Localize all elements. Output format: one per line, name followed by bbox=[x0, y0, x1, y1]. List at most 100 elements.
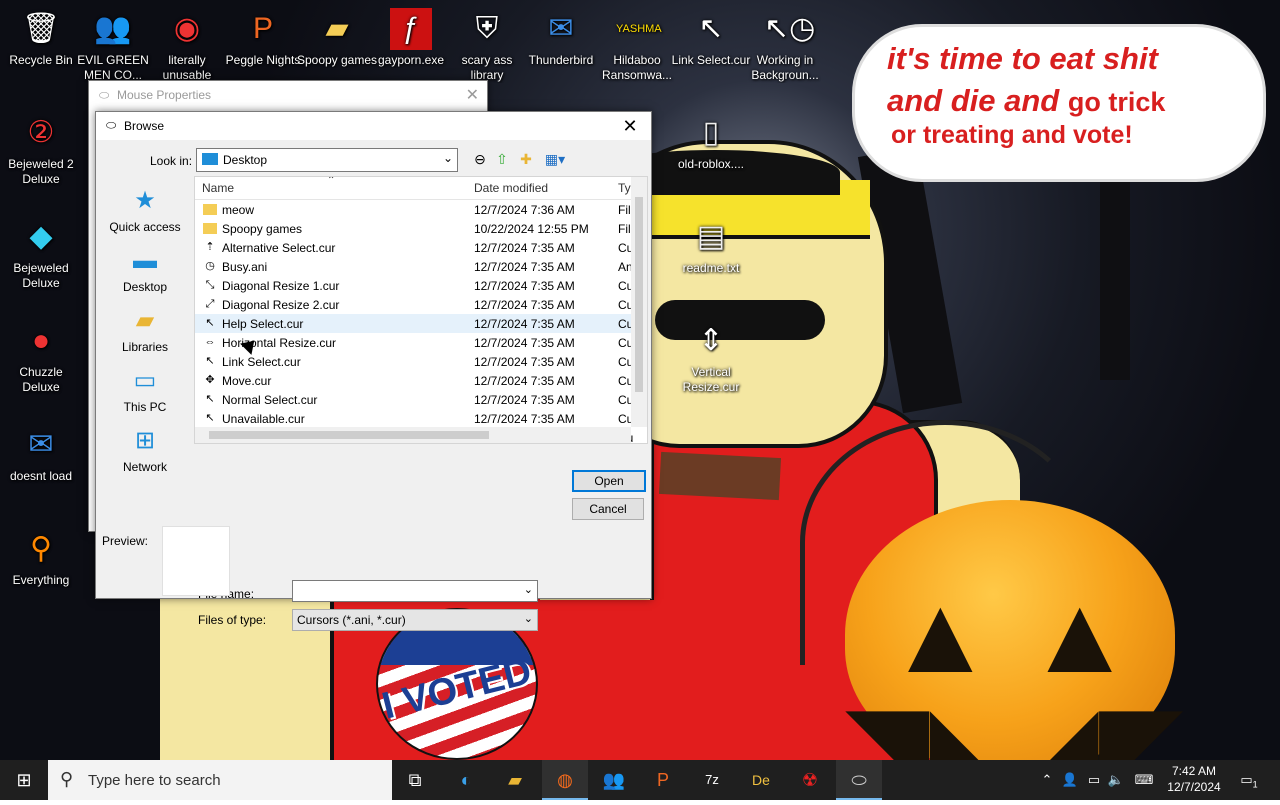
desktop-icon-working-in-background[interactable]: ↖◷ Working in Backgroun... bbox=[744, 8, 826, 83]
edge-icon[interactable]: ◐ bbox=[443, 760, 489, 800]
view-menu-icon[interactable]: ▦▾ bbox=[542, 150, 568, 168]
desktop-icon-bejeweled-2[interactable]: ② Bejeweled 2 Deluxe bbox=[0, 112, 82, 187]
icon-label: EVIL GREEN MEN CO... bbox=[77, 53, 149, 82]
cursor-file-icon: ↖ bbox=[205, 412, 215, 424]
file-row[interactable]: ⤢ Diagonal Resize 2.cur 12/7/2024 7:35 AM C… bbox=[195, 295, 634, 314]
chevron-up-icon[interactable]: ⌃ bbox=[1038, 760, 1056, 800]
green-men-taskbar-icon[interactable]: 👥 bbox=[591, 760, 637, 800]
file-row[interactable]: ⤡ Diagonal Resize 1.cur 12/7/2024 7:35 AM C… bbox=[195, 276, 634, 295]
firefox-icon[interactable]: ◍ bbox=[542, 760, 588, 800]
file-date: 12/7/2024 7:35 AM bbox=[474, 393, 575, 407]
column-name[interactable]: Name bbox=[202, 181, 234, 195]
desktop-icon-vertical-resize[interactable]: ⇕ Vertical Resize.cur bbox=[670, 320, 752, 395]
desktop-icon-old-roblox[interactable]: ▯ old-roblox.... bbox=[670, 112, 752, 172]
task-view-button[interactable]: ⧉ bbox=[392, 760, 438, 800]
desktop-icon-recycle-bin[interactable]: 🗑 Recycle Bin bbox=[0, 8, 82, 68]
7zip-icon[interactable]: 7z bbox=[689, 760, 735, 800]
desktop-icon-link-select[interactable]: ↖ Link Select.cur bbox=[670, 8, 752, 68]
desktop-icon-evil-green-men[interactable]: 👥 EVIL GREEN MEN CO... bbox=[72, 8, 154, 83]
file-icon: ▯ bbox=[702, 116, 720, 149]
desktop-icon-hildaboo[interactable]: YASHMA Hildaboo Ransomwa... bbox=[596, 8, 678, 83]
desktop-icon-gayporn[interactable]: ƒ gayporn.exe bbox=[370, 8, 452, 68]
chevron-down-icon[interactable]: ⌄ bbox=[524, 583, 533, 596]
taskbar-clock[interactable]: 7:42 AM 12/7/2024 bbox=[1162, 763, 1226, 795]
desktop-icon-spoopy-games[interactable]: ▰ Spoopy games bbox=[296, 8, 378, 68]
places-bar: ★ Quick access ▬ Desktop ▰ Libraries ▭ This … bbox=[106, 176, 184, 516]
cursor-file-icon: ◷ bbox=[205, 260, 215, 272]
library-icon: ⛨ bbox=[475, 12, 499, 45]
desktop-icon-readme[interactable]: ▤ readme.txt bbox=[670, 216, 752, 276]
place-this-pc[interactable]: ▭ This PC bbox=[106, 366, 184, 414]
desktop-icon-scary-library[interactable]: ⛨ scary ass library bbox=[446, 8, 528, 83]
bubble-line-2a: and die and bbox=[887, 83, 1068, 118]
file-row[interactable]: ↖ Help Select.cur 12/7/2024 7:35 AM Cu bbox=[195, 314, 633, 333]
scroll-thumb[interactable] bbox=[635, 197, 643, 392]
start-button[interactable]: ⊞ bbox=[0, 760, 48, 800]
file-row[interactable]: ⇔ Horizontal Resize.cur 12/7/2024 7:35 AM C… bbox=[195, 333, 634, 352]
notification-button[interactable]: ▭1 bbox=[1234, 760, 1264, 800]
folder-icon bbox=[203, 223, 217, 234]
file-row[interactable]: meow 12/7/2024 7:36 AM Fil bbox=[195, 200, 631, 219]
vertical-scrollbar[interactable] bbox=[631, 177, 647, 427]
user-icon[interactable]: 👤 bbox=[1060, 760, 1080, 800]
sort-arrow-icon: ⌃ bbox=[327, 176, 336, 186]
radiation-icon[interactable]: ☢ bbox=[787, 760, 833, 800]
up-folder-icon[interactable]: ⇧ bbox=[492, 150, 512, 168]
open-button[interactable]: Open bbox=[572, 470, 646, 492]
new-folder-icon[interactable]: ✚ bbox=[516, 150, 536, 168]
close-icon[interactable]: ✕ bbox=[615, 114, 645, 138]
desktop-icon-everything[interactable]: ⚲ Everything bbox=[0, 528, 82, 588]
mouse-properties-titlebar[interactable]: ⬭ Mouse Properties ✕ bbox=[89, 81, 487, 109]
desktop-icon-bejeweled[interactable]: ◆ Bejeweled Deluxe bbox=[0, 216, 82, 291]
place-network[interactable]: ⊞ Network bbox=[106, 426, 184, 474]
icon-label: gayporn.exe bbox=[377, 53, 445, 67]
desktop-icon-thunderbird[interactable]: ✉ Thunderbird bbox=[520, 8, 602, 68]
files-of-type-label: Files of type: bbox=[198, 613, 267, 627]
icon-label: Hildaboo Ransomwa... bbox=[601, 53, 673, 82]
icon-label: Bejeweled Deluxe bbox=[13, 261, 69, 290]
clock-date: 12/7/2024 bbox=[1167, 780, 1221, 794]
column-type[interactable]: Ty bbox=[618, 181, 631, 195]
file-row[interactable]: ◷ Busy.ani 12/7/2024 7:35 AM An bbox=[195, 257, 633, 276]
browse-dialog[interactable]: ⬭ Browse ✕ Look in: Desktop ⌄ ⊖ ⇧ ✚ ▦▾ ★… bbox=[95, 111, 652, 631]
close-icon[interactable]: ✕ bbox=[466, 85, 479, 105]
cancel-button[interactable]: Cancel bbox=[572, 498, 644, 520]
place-desktop[interactable]: ▬ Desktop bbox=[106, 246, 184, 294]
icon-label: Spoopy games bbox=[296, 53, 378, 67]
look-in-dropdown[interactable]: Desktop ⌄ bbox=[196, 148, 458, 172]
place-quick-access[interactable]: ★ Quick access bbox=[106, 186, 184, 234]
file-row[interactable]: ↖ Unavailable.cur 12/7/2024 7:35 AM Cu bbox=[195, 409, 633, 428]
file-list[interactable]: Name ⌃ Date modified Ty meow 12/7/2024 7:… bbox=[194, 176, 648, 444]
file-row[interactable]: ↖ Normal Select.cur 12/7/2024 7:35 AM Cu bbox=[195, 390, 633, 409]
file-row[interactable]: ⇡ Alternative Select.cur 12/7/2024 7:35 AM… bbox=[195, 238, 633, 257]
file-name: Diagonal Resize 2.cur bbox=[222, 298, 340, 312]
volume-icon[interactable]: 🔈 bbox=[1106, 760, 1126, 800]
de-app-icon[interactable]: De bbox=[738, 760, 784, 800]
desktop-icon-literally-unusable[interactable]: ◉ literally unusable bbox=[146, 8, 228, 83]
files-of-type-dropdown[interactable]: Cursors (*.ani, *.cur) ⌄ bbox=[292, 609, 538, 631]
column-date-modified[interactable]: Date modified bbox=[474, 181, 548, 195]
file-row[interactable]: ↖ Link Select.cur 12/7/2024 7:35 AM Cu bbox=[195, 352, 633, 371]
preview-pane bbox=[162, 526, 230, 596]
keyboard-icon[interactable]: ⌨ bbox=[1132, 760, 1156, 800]
scroll-thumb[interactable] bbox=[209, 431, 489, 439]
taskbar-search[interactable]: ⚲ Type here to search bbox=[48, 760, 392, 800]
desktop-icon-peggle[interactable]: P Peggle Nights bbox=[222, 8, 304, 68]
icon-label: Chuzzle Deluxe bbox=[19, 365, 63, 394]
mouse-settings-taskbar-icon[interactable]: ⬭ bbox=[836, 760, 882, 800]
file-row[interactable]: Spoopy games 10/22/2024 12:55 PM Fil bbox=[195, 219, 631, 238]
file-explorer-icon[interactable]: ▰ bbox=[492, 760, 538, 800]
file-row[interactable]: ✥ Move.cur 12/7/2024 7:35 AM Cu bbox=[195, 371, 633, 390]
icon-label: Vertical Resize.cur bbox=[682, 365, 740, 394]
horizontal-scrollbar[interactable] bbox=[195, 427, 631, 443]
place-libraries[interactable]: ▰ Libraries bbox=[106, 306, 184, 354]
network-tray-icon[interactable]: ▭ bbox=[1084, 760, 1104, 800]
desktop-icon-doesnt-load[interactable]: ✉ doesnt load bbox=[0, 424, 82, 484]
cursor-file-icon: ⤢ bbox=[205, 298, 215, 310]
file-name-input[interactable]: ⌄ bbox=[292, 580, 538, 602]
taskbar: ⊞ ⚲ Type here to search ⧉ ◐ ▰ ◍ 👥 P 7z D… bbox=[0, 760, 1280, 800]
back-icon[interactable]: ⊖ bbox=[470, 150, 490, 168]
peggle-taskbar-icon[interactable]: P bbox=[640, 760, 686, 800]
desktop-icon-chuzzle[interactable]: ● Chuzzle Deluxe bbox=[0, 320, 82, 395]
browse-titlebar[interactable]: ⬭ Browse ✕ bbox=[96, 112, 651, 140]
